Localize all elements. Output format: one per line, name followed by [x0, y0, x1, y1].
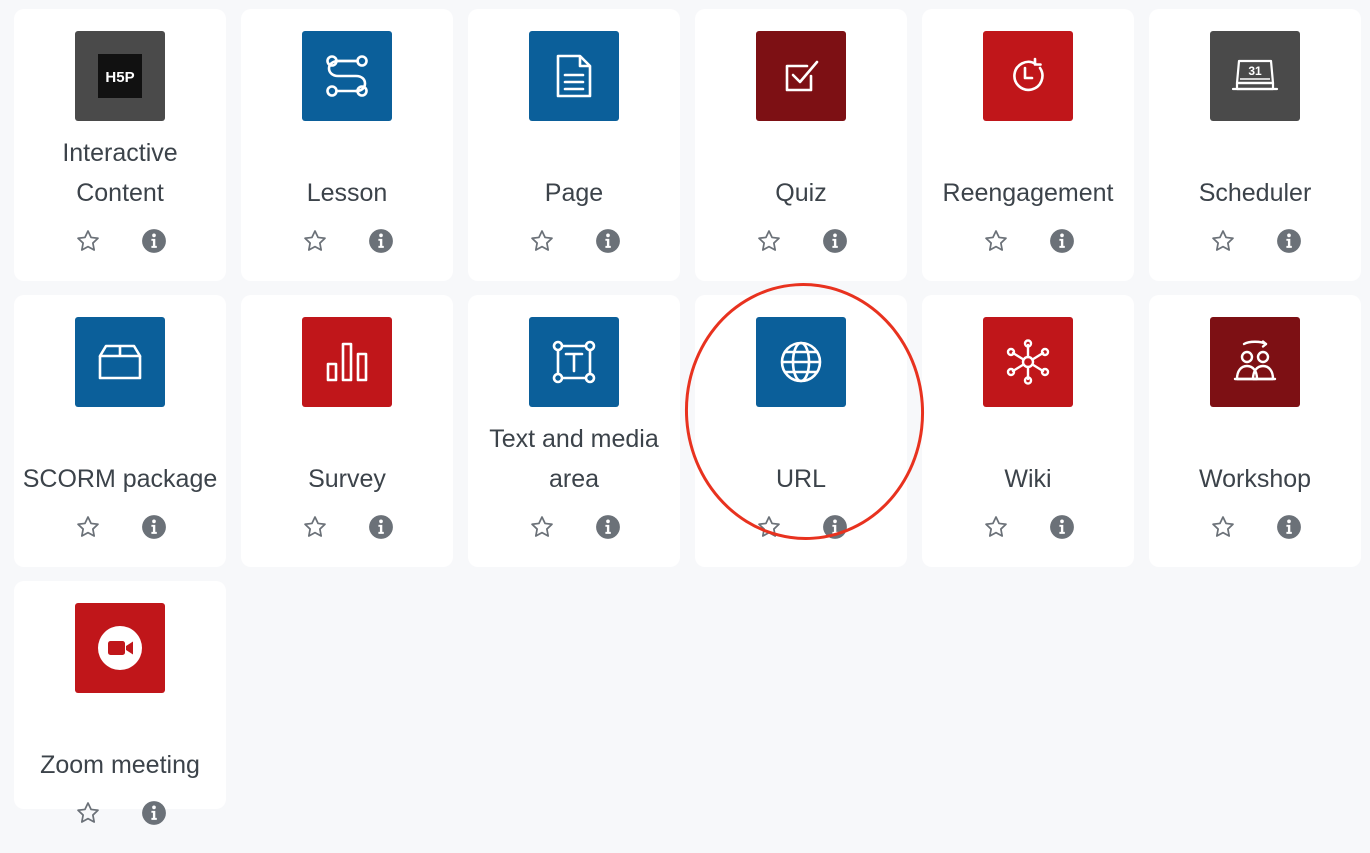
survey-bars-icon: [302, 317, 392, 407]
activity-card-zoom-meeting[interactable]: Zoom meeting: [14, 581, 226, 825]
activity-label: Survey: [308, 465, 386, 493]
url-globe-icon: [756, 317, 846, 407]
text-media-icon: [529, 317, 619, 407]
activity-card-quiz[interactable]: Quiz: [695, 9, 907, 281]
activity-card-survey[interactable]: Survey: [241, 295, 453, 567]
zoom-camera-icon: [75, 603, 165, 693]
workshop-people-icon: [1210, 317, 1300, 407]
activity-card-scorm-package[interactable]: SCORM package: [14, 295, 226, 567]
activity-card-lesson[interactable]: Lesson: [241, 9, 453, 281]
activity-card-interactive-content[interactable]: H5P Interactive Content: [14, 9, 226, 281]
activity-card-wiki[interactable]: Wiki: [922, 295, 1134, 567]
info-icon[interactable]: [821, 227, 849, 255]
star-icon[interactable]: [982, 227, 1010, 255]
activity-card-workshop[interactable]: Workshop: [1149, 295, 1361, 567]
info-icon[interactable]: [594, 227, 622, 255]
activity-label: Page: [544, 179, 604, 207]
info-icon[interactable]: [594, 513, 622, 541]
star-icon[interactable]: [755, 227, 783, 255]
info-icon[interactable]: [140, 513, 168, 541]
star-icon[interactable]: [301, 513, 329, 541]
activity-card-reengagement[interactable]: Reengagement: [922, 9, 1134, 281]
info-icon[interactable]: [1275, 227, 1303, 255]
page-document-icon: [529, 31, 619, 121]
h5p-icon-text: H5P: [105, 69, 134, 86]
info-icon[interactable]: [367, 227, 395, 255]
activity-card-scheduler[interactable]: 31 Scheduler: [1149, 9, 1361, 281]
info-icon[interactable]: [1048, 227, 1076, 255]
info-icon[interactable]: [1275, 513, 1303, 541]
activity-card-page[interactable]: Page: [468, 9, 680, 281]
info-icon[interactable]: [367, 513, 395, 541]
scheduler-calendar-icon: 31: [1210, 31, 1300, 121]
quiz-checkbox-icon: [756, 31, 846, 121]
info-icon[interactable]: [140, 227, 168, 255]
star-icon[interactable]: [74, 513, 102, 541]
calendar-day-number: 31: [1248, 64, 1262, 78]
activity-label: Interactive Content: [62, 139, 178, 207]
star-icon[interactable]: [301, 227, 329, 255]
activity-label: Quiz: [775, 179, 827, 207]
activity-card-url[interactable]: URL: [695, 295, 907, 567]
activity-chooser-grid: H5P Interactive Content Lesson Page Quiz…: [14, 9, 1361, 853]
activity-label: Workshop: [1198, 465, 1312, 493]
activity-label: Text and media area: [489, 425, 659, 493]
info-icon[interactable]: [140, 799, 168, 827]
star-icon[interactable]: [74, 799, 102, 827]
activity-label: URL: [775, 465, 826, 493]
star-icon[interactable]: [982, 513, 1010, 541]
star-icon[interactable]: [74, 227, 102, 255]
activity-label: SCORM package: [22, 465, 218, 493]
activity-label: Lesson: [306, 179, 388, 207]
activity-label: Wiki: [1004, 465, 1052, 493]
lesson-path-icon: [302, 31, 392, 121]
h5p-icon: H5P: [75, 31, 165, 121]
star-icon[interactable]: [528, 513, 556, 541]
activity-label: Reengagement: [942, 179, 1114, 207]
activity-label: Scheduler: [1198, 179, 1312, 207]
scorm-box-icon: [75, 317, 165, 407]
star-icon[interactable]: [1209, 227, 1237, 255]
reengagement-clock-icon: [983, 31, 1073, 121]
info-icon[interactable]: [1048, 513, 1076, 541]
star-icon[interactable]: [528, 227, 556, 255]
wiki-network-icon: [983, 317, 1073, 407]
activity-card-text-and-media-area[interactable]: Text and media area: [468, 295, 680, 567]
star-icon[interactable]: [1209, 513, 1237, 541]
star-icon[interactable]: [755, 513, 783, 541]
activity-label: Zoom meeting: [40, 751, 200, 779]
info-icon[interactable]: [821, 513, 849, 541]
